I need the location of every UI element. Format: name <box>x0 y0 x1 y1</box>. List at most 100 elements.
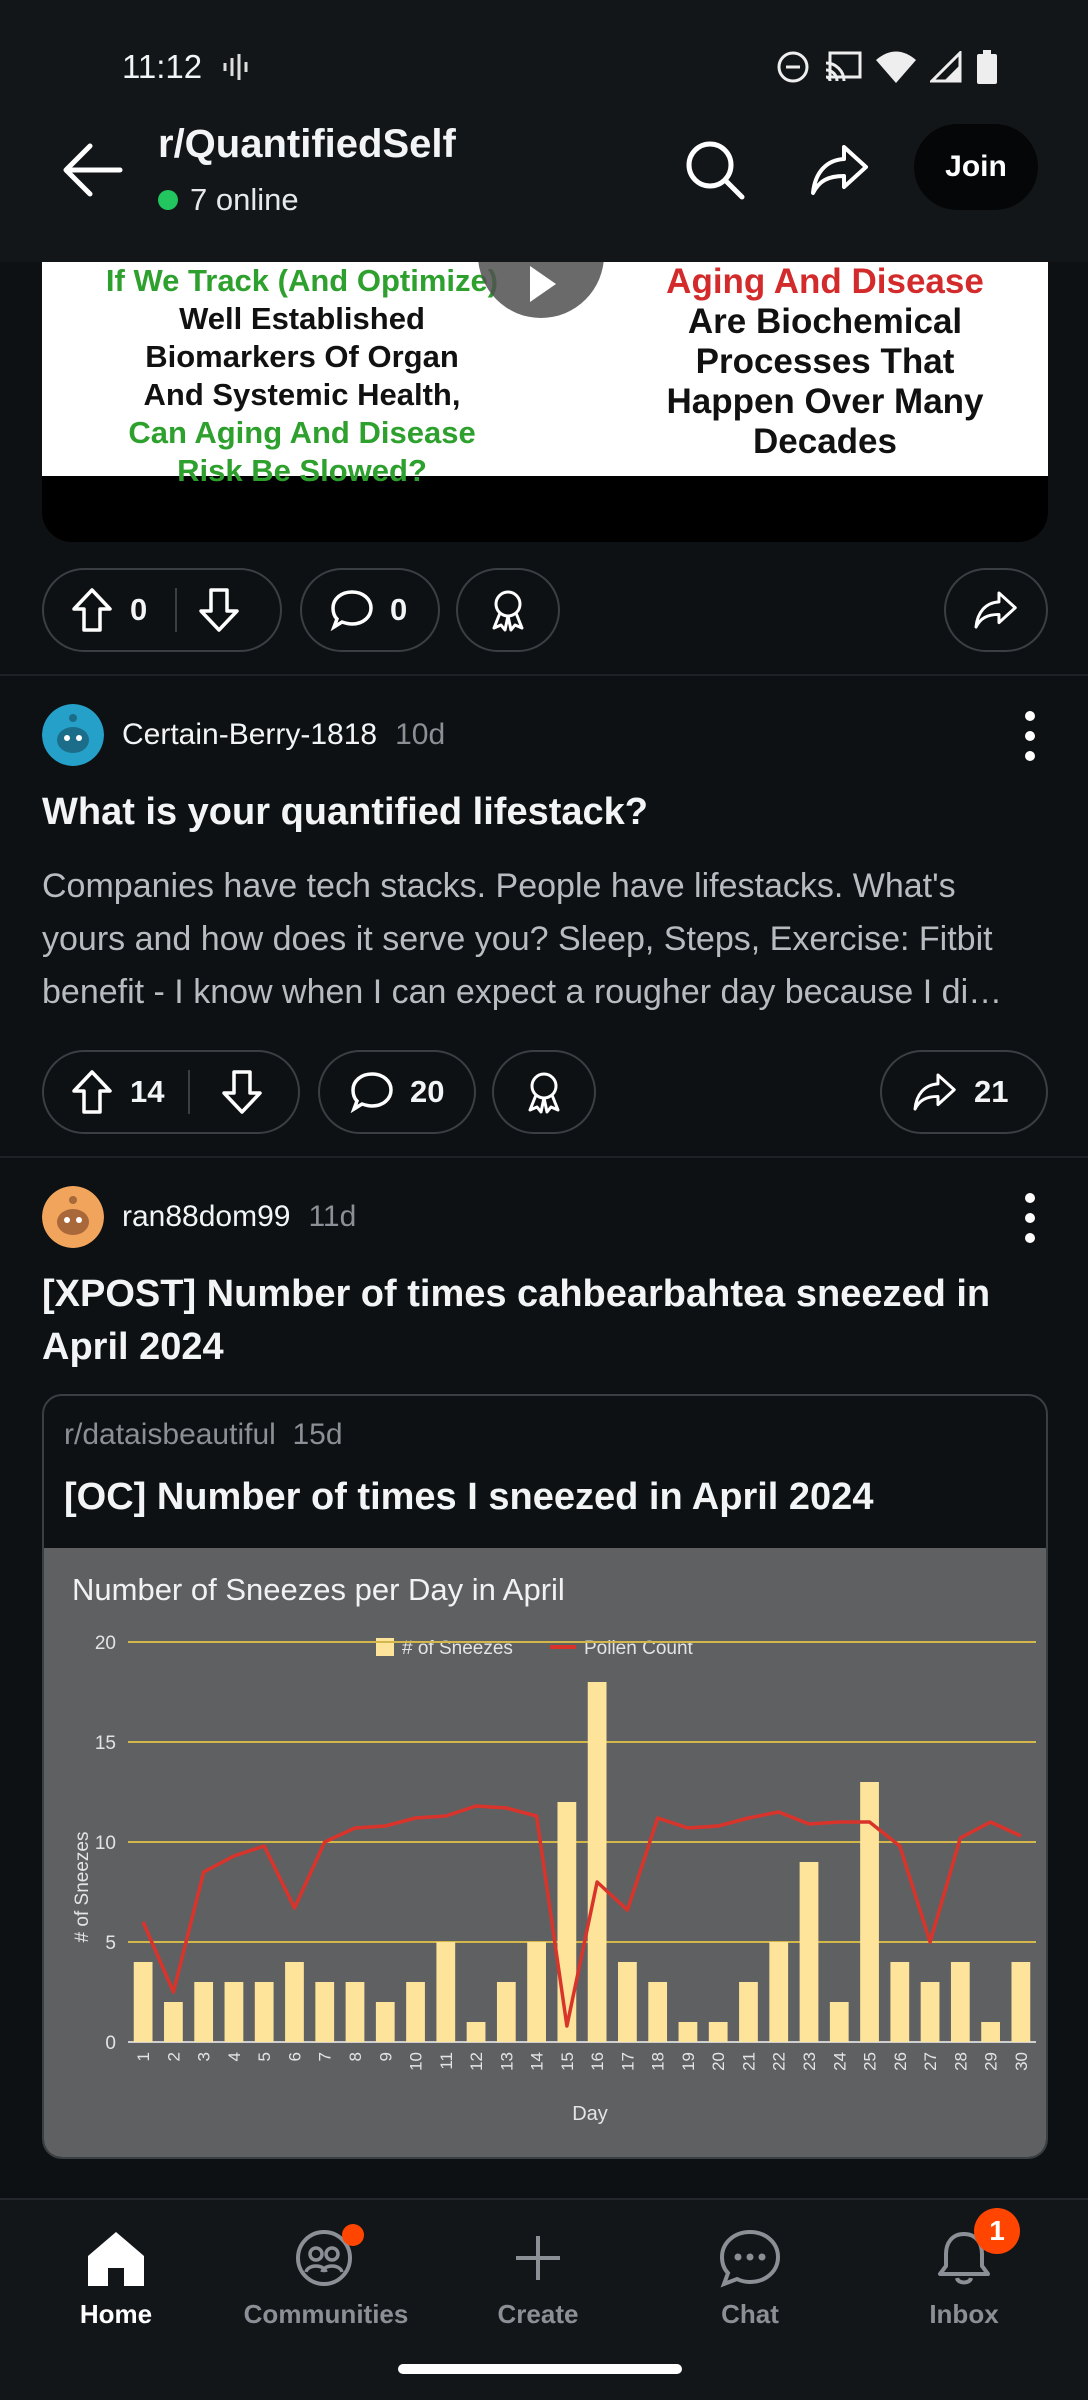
vote-separator <box>188 1070 191 1114</box>
post-body[interactable]: Companies have tech stacks. People have … <box>42 860 1048 1020</box>
x-tick-label: 29 <box>982 2052 1001 2071</box>
home-icon <box>88 2232 144 2286</box>
x-tick-label: 30 <box>1012 2052 1031 2071</box>
video-player[interactable]: If We Track (And Optimize) Well Establis… <box>42 262 1048 542</box>
bar <box>920 1982 940 2042</box>
x-tick-label: 5 <box>255 2052 274 2061</box>
bar <box>224 1982 244 2042</box>
thumb-line: Biomarkers Of Organ <box>145 339 459 374</box>
crosspost-title[interactable]: [OC] Number of times I sneezed in April … <box>64 1476 873 1519</box>
y-tick-label: 5 <box>105 1933 116 1954</box>
chart-title: Number of Sneezes per Day in April <box>72 1572 565 1607</box>
notification-dot <box>342 2224 364 2246</box>
downvote-icon[interactable] <box>220 1069 264 1115</box>
comments-button[interactable]: 0 <box>300 568 440 652</box>
chart-image[interactable]: Number of Sneezes per Day in April # of … <box>44 1548 1046 2157</box>
thumb-line: Are Biochemical <box>687 302 963 341</box>
nav-home[interactable]: Home <box>26 2228 206 2330</box>
vote-pill: 14 <box>42 1050 300 1134</box>
comment-icon <box>330 590 373 631</box>
x-tick-label: 21 <box>739 2052 758 2071</box>
nav-chat[interactable]: Chat <box>660 2228 840 2330</box>
crosspost-subreddit[interactable]: r/dataisbeautiful <box>64 1418 276 1451</box>
nav-label: Inbox <box>929 2299 999 2329</box>
x-tick-label: 10 <box>407 2052 426 2071</box>
comments-button[interactable]: 20 <box>318 1050 476 1134</box>
join-button[interactable]: Join <box>914 124 1038 210</box>
inbox-badge: 1 <box>974 2208 1020 2254</box>
more-options-icon[interactable] <box>1010 1188 1050 1248</box>
x-tick-label: 26 <box>891 2052 910 2071</box>
subreddit-header: r/QuantifiedSelf 7 online Join <box>0 118 1088 228</box>
bar <box>496 1982 516 2042</box>
bar <box>315 1982 335 2042</box>
comment-count: 20 <box>410 1074 445 1109</box>
x-tick-label: 22 <box>770 2052 789 2071</box>
x-tick-label: 28 <box>951 2052 970 2071</box>
x-tick-label: 25 <box>861 2052 880 2071</box>
upvote-icon[interactable] <box>70 587 114 633</box>
post-author[interactable]: ran88dom99 <box>122 1200 290 1234</box>
chat-icon <box>719 2229 781 2288</box>
x-tick-label: 11 <box>437 2052 456 2070</box>
nav-label: Create <box>497 2299 579 2329</box>
share-icon <box>913 1073 956 1111</box>
crosspost-card[interactable]: r/dataisbeautiful 15d [OC] Number of tim… <box>42 1394 1048 2159</box>
search-button[interactable] <box>675 130 755 210</box>
x-tick-label: 4 <box>225 2052 244 2061</box>
bar <box>950 1962 970 2042</box>
plus-icon <box>516 2236 560 2280</box>
more-options-icon[interactable] <box>1010 706 1050 766</box>
share-button[interactable]: 21 <box>880 1050 1048 1134</box>
online-count-text: 7 online <box>190 182 299 217</box>
y-tick-label: 15 <box>95 1733 116 1754</box>
bar <box>739 1982 758 2042</box>
x-tick-label: 9 <box>376 2052 395 2061</box>
nav-communities[interactable]: Communities <box>236 2224 416 2330</box>
x-tick-label: 27 <box>921 2052 940 2071</box>
online-dot-icon <box>158 190 178 210</box>
award-button[interactable] <box>492 1050 596 1134</box>
nav-label: Chat <box>721 2299 779 2329</box>
share-subreddit-button[interactable] <box>800 130 880 210</box>
post-age: 11d <box>308 1200 357 1233</box>
audio-wave-icon <box>223 54 248 80</box>
nav-create[interactable]: Create <box>448 2228 628 2330</box>
x-tick-label: 1 <box>134 2052 153 2061</box>
upvote-count: 0 <box>130 592 148 627</box>
y-axis-label: # of Sneezes <box>72 1832 93 1943</box>
do-not-disturb-icon <box>777 51 809 83</box>
y-tick-label: 20 <box>95 1633 116 1654</box>
upvote-icon[interactable] <box>70 1069 114 1115</box>
post-author[interactable]: Certain-Berry-1818 <box>122 718 377 752</box>
share-button[interactable] <box>944 568 1048 652</box>
bar <box>375 2002 395 2042</box>
nav-inbox[interactable]: 1 Inbox <box>874 2208 1054 2330</box>
bar <box>618 1962 637 2042</box>
pollen-line <box>141 1804 1022 2028</box>
legend-swatch-sneezes <box>376 1638 394 1656</box>
x-tick-label: 7 <box>316 2052 335 2061</box>
x-tick-label: 19 <box>679 2052 698 2071</box>
back-arrow-icon[interactable] <box>60 140 130 200</box>
bar <box>466 2022 486 2042</box>
x-tick-label: 2 <box>164 2052 183 2061</box>
cast-icon <box>825 51 862 82</box>
gesture-home-bar[interactable] <box>398 2364 682 2374</box>
top-bar: 11:12 r/QuantifiedSelf 7 online Join <box>0 0 1088 262</box>
avatar[interactable] <box>42 1186 104 1248</box>
x-tick-label: 3 <box>195 2052 214 2061</box>
bar <box>799 1862 819 2042</box>
x-tick-label: 20 <box>709 2052 728 2071</box>
downvote-icon[interactable] <box>197 587 241 633</box>
bar <box>587 1682 607 2042</box>
thumb-line: And Systemic Health, <box>143 377 461 412</box>
post-title[interactable]: [XPOST] Number of times cahbearbahtea sn… <box>42 1268 1048 1374</box>
subreddit-name[interactable]: r/QuantifiedSelf <box>158 122 456 167</box>
post-title[interactable]: What is your quantified lifestack? <box>42 786 1048 839</box>
x-tick-label: 14 <box>528 2052 547 2071</box>
award-button[interactable] <box>456 568 560 652</box>
comment-icon <box>350 1072 393 1113</box>
avatar[interactable] <box>42 704 104 766</box>
bar <box>678 2022 698 2042</box>
